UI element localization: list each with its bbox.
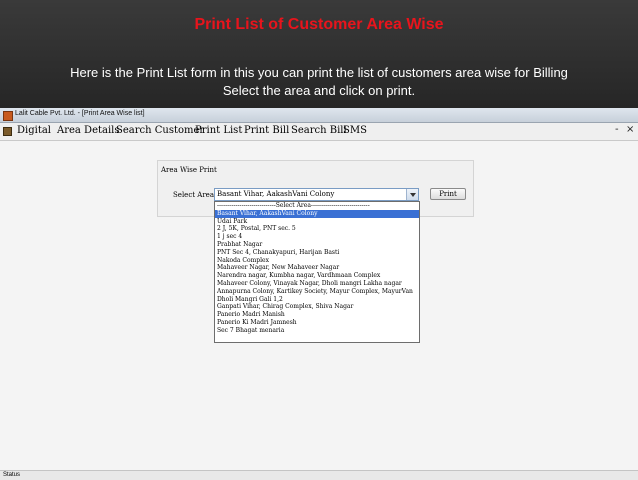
status-text: Status bbox=[3, 472, 21, 478]
menu-print-list[interactable]: Print List bbox=[195, 125, 242, 136]
menu-sms[interactable]: SMS bbox=[343, 125, 367, 136]
dropdown-option[interactable]: Sec 7 Bhagat menaria bbox=[215, 327, 419, 335]
select-area-label: Select Area bbox=[173, 191, 214, 199]
dropdown-option[interactable]: Mahaveer Nagar, New Mahaveer Nagar bbox=[215, 264, 419, 272]
dropdown-option[interactable]: Nakoda Complex bbox=[215, 257, 419, 265]
slide-description: Here is the Print List form in this you … bbox=[8, 64, 630, 100]
app-logo-icon bbox=[3, 111, 13, 121]
menu-search-bill[interactable]: Search Bill bbox=[291, 125, 347, 136]
dropdown-option[interactable]: 2 J, 5K, Postal, PNT sec. 5 bbox=[215, 225, 419, 233]
menu-search-customer[interactable]: Search Customer bbox=[116, 125, 204, 136]
slide-description-line-1: Here is the Print List form in this you … bbox=[70, 65, 568, 80]
app-menu-icon[interactable] bbox=[3, 127, 12, 136]
window-titlebar: Lalit Cable Pvt. Ltd. - [Print Area Wise… bbox=[0, 108, 638, 123]
print-button[interactable]: Print bbox=[430, 188, 466, 200]
menu-digital[interactable]: Digital bbox=[17, 125, 51, 136]
dropdown-option[interactable]: Dholi Mangri Gali 1,2 bbox=[215, 296, 419, 304]
menu-area-details[interactable]: Area Details bbox=[57, 125, 120, 136]
dropdown-option[interactable]: Mahaveer Colony, Vinayak Nagar, Dholi ma… bbox=[215, 280, 419, 288]
dropdown-option[interactable]: Ganpati Vihar, Chirag Complex, Shiva Nag… bbox=[215, 303, 419, 311]
area-dropdown-list: -----------------------------Select Area… bbox=[214, 201, 420, 343]
slide-header: Print List of Customer Area Wise Here is… bbox=[0, 0, 638, 108]
dropdown-option[interactable]: Annapurna Colony, Kartikey Society, Mayu… bbox=[215, 288, 419, 296]
dropdown-option[interactable]: Narendra nagar, Kumbha nagar, Vardhmaan … bbox=[215, 272, 419, 280]
dropdown-option-selected[interactable]: Basant Vihar, AakashVani Colony bbox=[215, 209, 419, 218]
menu-print-bill[interactable]: Print Bill bbox=[244, 125, 289, 136]
window-title: Lalit Cable Pvt. Ltd. - [Print Area Wise… bbox=[15, 110, 145, 117]
menu-bar: Digital Area Details Search Customer Pri… bbox=[0, 123, 638, 141]
app-window: Lalit Cable Pvt. Ltd. - [Print Area Wise… bbox=[0, 108, 638, 480]
dropdown-option[interactable]: PNT Sec 4, Chanakyapuri, Harijan Basti bbox=[215, 249, 419, 257]
slide-description-line-2: Select the area and click on print. bbox=[222, 83, 416, 98]
dropdown-option[interactable]: Panerio Ki Madri Jamnesh bbox=[215, 319, 419, 327]
slide-title: Print List of Customer Area Wise bbox=[194, 16, 444, 33]
dropdown-option[interactable]: 1 j sec 4 bbox=[215, 233, 419, 241]
dropdown-option-placeholder[interactable]: -----------------------------Select Area… bbox=[215, 202, 419, 210]
dropdown-option[interactable]: Prabhat Nagar bbox=[215, 241, 419, 249]
dropdown-option[interactable]: Udai Park bbox=[215, 218, 419, 226]
restore-button[interactable]: × bbox=[626, 124, 634, 135]
chevron-down-icon[interactable] bbox=[406, 189, 418, 200]
dropdown-option[interactable]: Panerio Madri Manish bbox=[215, 311, 419, 319]
panel-title: Area Wise Print bbox=[161, 166, 217, 174]
minimize-button[interactable]: - bbox=[615, 124, 619, 135]
area-select[interactable]: Basant Vihar, AakashVani Colony bbox=[214, 188, 419, 201]
area-select-value: Basant Vihar, AakashVani Colony bbox=[217, 190, 335, 198]
